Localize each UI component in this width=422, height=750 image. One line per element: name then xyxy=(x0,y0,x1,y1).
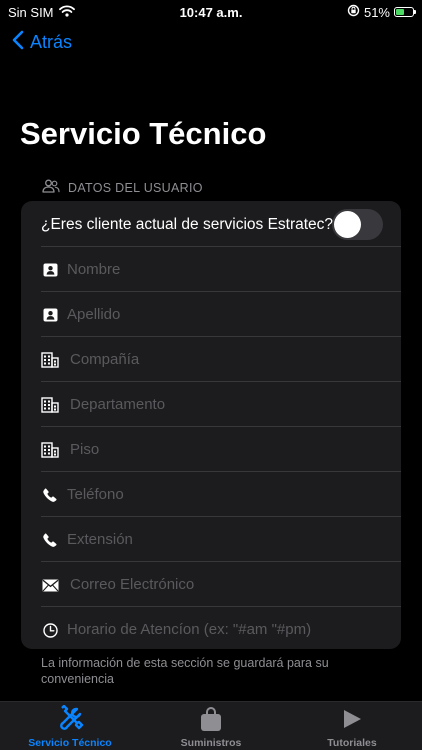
departamento-input[interactable] xyxy=(70,388,380,420)
tab-label: Servicio Técnico xyxy=(28,737,112,749)
nombre-input[interactable] xyxy=(67,253,377,285)
field-row-nombre xyxy=(21,247,401,292)
client-toggle-row: ¿Eres cliente actual de servicios Estrat… xyxy=(21,201,401,247)
battery-percent: 51% xyxy=(363,4,390,20)
client-toggle-label: ¿Eres cliente actual de servicios Estrat… xyxy=(41,216,334,233)
section-header-label: DATOS DEL USUARIO xyxy=(68,180,203,195)
people-icon xyxy=(42,179,60,196)
piso-input[interactable] xyxy=(70,433,380,465)
contact-card-icon xyxy=(41,306,59,324)
field-row-apellido xyxy=(21,292,401,337)
tab-bar: Servicio Técnico Suministros Tutoriales xyxy=(0,701,422,750)
client-toggle[interactable] xyxy=(332,209,383,240)
building-icon xyxy=(41,441,59,459)
contact-card-icon xyxy=(41,261,59,279)
field-row-telefono xyxy=(21,472,401,517)
field-row-correo xyxy=(21,562,401,607)
section-header: DATOS DEL USUARIO xyxy=(42,179,203,196)
chevron-left-icon xyxy=(12,30,24,55)
phone-icon xyxy=(41,531,59,549)
play-icon xyxy=(282,705,422,733)
compania-input[interactable] xyxy=(70,343,380,375)
correo-input[interactable] xyxy=(70,568,380,600)
tab-tutoriales[interactable]: Tutoriales xyxy=(282,705,422,749)
phone-icon xyxy=(41,486,59,504)
telefono-input[interactable] xyxy=(67,478,377,510)
status-bar: Sin SIM 10:47 a.m. 51% xyxy=(0,0,422,24)
status-right: 51% xyxy=(347,4,416,20)
field-row-extension xyxy=(21,517,401,562)
battery-level xyxy=(396,9,404,15)
toggle-knob xyxy=(334,211,361,238)
battery-icon xyxy=(394,7,416,17)
back-button[interactable]: Atrás xyxy=(12,30,72,55)
building-icon xyxy=(41,396,59,414)
field-row-departamento xyxy=(21,382,401,427)
extension-input[interactable] xyxy=(67,523,377,555)
shopping-bag-icon xyxy=(141,705,281,733)
page-title: Servicio Técnico xyxy=(20,116,267,151)
orientation-lock-icon xyxy=(347,4,360,20)
apellido-input[interactable] xyxy=(67,298,377,330)
tab-suministros[interactable]: Suministros xyxy=(141,705,281,749)
building-icon xyxy=(41,351,59,369)
field-row-compania xyxy=(21,337,401,382)
tab-servicio-tecnico[interactable]: Servicio Técnico xyxy=(0,705,140,749)
wrench-screwdriver-icon xyxy=(0,705,140,733)
envelope-icon xyxy=(41,576,59,594)
back-label: Atrás xyxy=(30,32,73,52)
footer-note: La información de esta sección se guarda… xyxy=(41,656,329,686)
user-data-form: ¿Eres cliente actual de servicios Estrat… xyxy=(21,201,401,649)
tab-label: Tutoriales xyxy=(327,737,377,749)
tab-label: Suministros xyxy=(180,737,242,749)
clock-icon xyxy=(41,621,59,639)
horario-input[interactable] xyxy=(67,613,377,645)
field-row-horario xyxy=(21,607,401,649)
field-row-piso xyxy=(21,427,401,472)
